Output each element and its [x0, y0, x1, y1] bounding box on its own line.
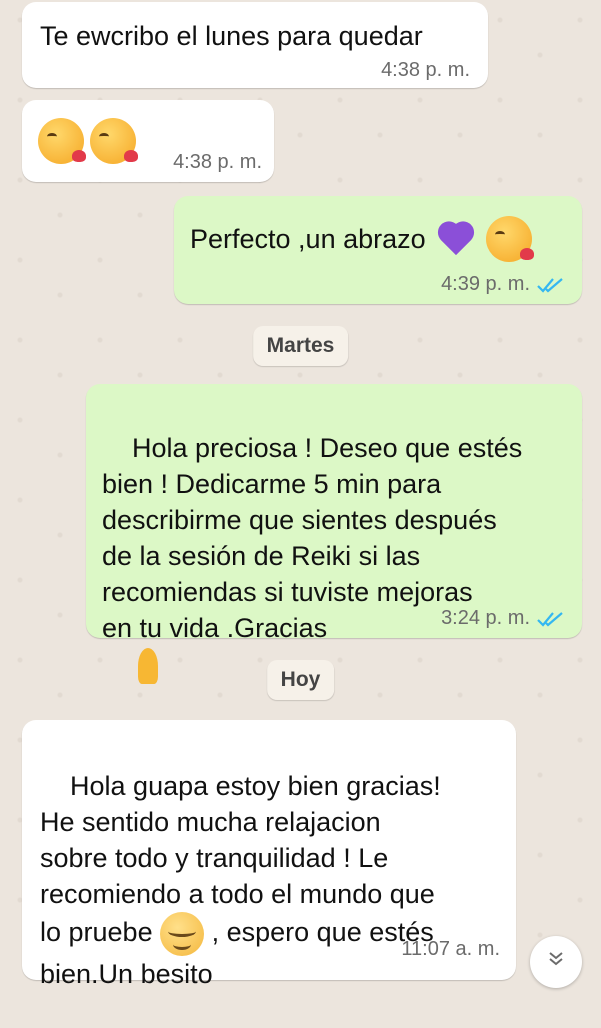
face-blowing-kiss-icon: [90, 118, 138, 164]
message-timestamp: 11:07 a. m.: [401, 938, 500, 961]
time-label: 11:07 a. m.: [401, 938, 500, 960]
incoming-message-2[interactable]: 4:38 p. m.: [22, 100, 274, 182]
read-double-check-icon: [537, 611, 563, 627]
read-double-check-icon: [537, 277, 563, 293]
time-label: 4:39 p. m.: [441, 273, 530, 295]
folded-hands-icon: [132, 646, 164, 686]
face-blowing-kiss-icon: [38, 118, 86, 164]
scroll-to-bottom-button[interactable]: [530, 936, 582, 988]
date-separator: Hoy: [266, 660, 335, 700]
message-text: Te ewcribo el lunes para quedar: [40, 21, 423, 51]
message-timestamp: 4:38 p. m.: [173, 151, 262, 174]
message-text: Hola guapa estoy bien gracias! He sentid…: [40, 732, 441, 1028]
message-timestamp: 4:38 p. m.: [381, 59, 470, 82]
message-timestamp: 4:39 p. m.: [441, 273, 566, 296]
outgoing-message-1[interactable]: Perfecto ,un abrazo 4:39 p. m.: [174, 196, 582, 304]
incoming-message-1[interactable]: Te ewcribo el lunes para quedar 4:38 p. …: [22, 2, 488, 88]
relieved-face-icon: [160, 912, 205, 956]
date-separator: Martes: [252, 326, 349, 366]
outgoing-message-2[interactable]: Hola preciosa ! Deseo que estés bien ! D…: [86, 384, 582, 684]
message-timestamp: 3:24 p. m.: [441, 607, 566, 630]
time-label: 4:38 p. m.: [173, 151, 262, 173]
purple-heart-icon: [436, 219, 476, 259]
time-label: 4:38 p. m.: [381, 59, 470, 81]
time-label: 3:24 p. m.: [441, 607, 530, 629]
face-blowing-kiss-icon: [485, 216, 534, 262]
message-text: Perfecto ,un abrazo: [190, 224, 426, 254]
incoming-message-3[interactable]: Hola guapa estoy bien gracias! He sentid…: [22, 720, 516, 989]
double-chevron-down-icon: [549, 952, 563, 966]
